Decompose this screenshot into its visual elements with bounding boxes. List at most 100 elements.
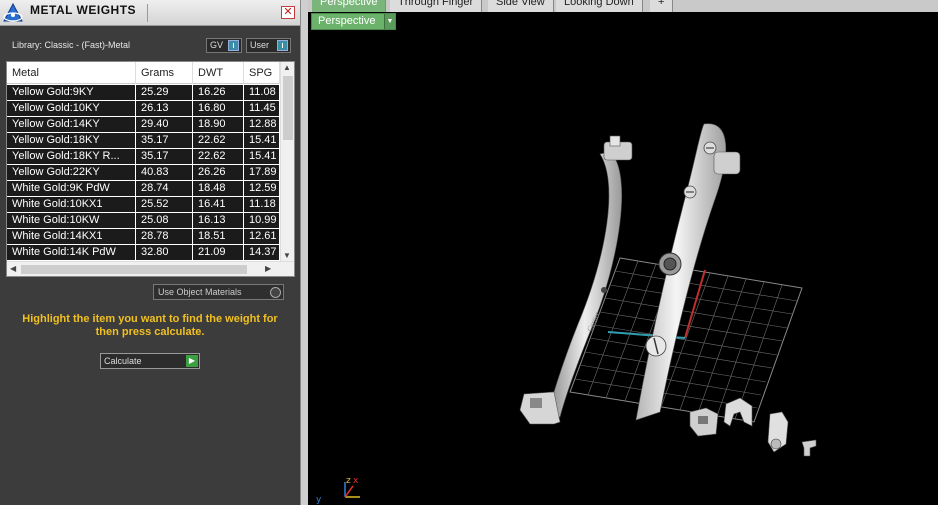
metal-cell: Yellow Gold:10KY <box>7 101 136 116</box>
grams-cell: 35.17 <box>136 133 193 148</box>
gv-label: GV <box>210 40 224 50</box>
table-body: Yellow Gold:9KY 25.29 16.26 11.08 Yellow… <box>7 85 280 261</box>
table-row[interactable]: White Gold:10KW 25.08 16.13 10.99 <box>7 213 280 229</box>
grams-cell: 40.83 <box>136 165 193 180</box>
scroll-right-icon[interactable]: ▶ <box>265 264 271 273</box>
dwt-cell: 22.62 <box>193 149 244 164</box>
table-row[interactable]: Yellow Gold:18KY R... 35.17 22.62 15.41 <box>7 149 280 165</box>
metal-cell: Yellow Gold:18KY R... <box>7 149 136 164</box>
dwt-cell: 16.80 <box>193 101 244 116</box>
user-label: User <box>250 40 270 50</box>
panel-splitter[interactable] <box>300 0 308 505</box>
axis-gizmo: y z x <box>316 476 360 505</box>
screw-parts <box>689 397 817 457</box>
title-divider <box>147 4 148 22</box>
panel-title-bar[interactable]: METAL WEIGHTS ✕ <box>0 0 300 26</box>
horizontal-scroll-thumb[interactable] <box>21 265 247 274</box>
metal-cell: White Gold:14K PdW <box>7 245 136 260</box>
dwt-cell: 16.13 <box>193 213 244 228</box>
calculate-button[interactable]: Calculate ▶ <box>100 353 200 369</box>
close-icon[interactable]: ✕ <box>281 6 295 19</box>
table-row[interactable]: White Gold:14K PdW 32.80 21.09 14.37 <box>7 245 280 261</box>
play-icon: ▶ <box>186 355 198 367</box>
metal-weights-panel: METAL WEIGHTS ✕ Library: Classic - (Fast… <box>0 0 300 505</box>
dwt-cell: 18.90 <box>193 117 244 132</box>
table-row[interactable]: Yellow Gold:9KY 25.29 16.26 11.08 <box>7 85 280 101</box>
spg-cell: 12.88 <box>244 117 280 132</box>
dwt-cell: 26.26 <box>193 165 244 180</box>
panel-title: METAL WEIGHTS <box>30 3 137 17</box>
axis-y-label: y <box>316 495 322 505</box>
add-tab-icon[interactable]: + <box>650 0 674 12</box>
table-row[interactable]: Yellow Gold:14KY 29.40 18.90 12.88 <box>7 117 280 133</box>
grams-cell: 26.13 <box>136 101 193 116</box>
calculate-label: Calculate <box>104 356 142 366</box>
table-row[interactable]: Yellow Gold:18KY 35.17 22.62 15.41 <box>7 133 280 149</box>
metal-cell: Yellow Gold:14KY <box>7 117 136 132</box>
vertical-scrollbar[interactable]: ▲ ▼ <box>280 62 294 261</box>
spg-cell: 17.89 <box>244 165 280 180</box>
scroll-left-icon[interactable]: ◀ <box>10 264 16 273</box>
grams-cell: 25.29 <box>136 85 193 100</box>
gv-toggle-icon <box>228 40 239 51</box>
column-header-metal[interactable]: Metal <box>7 62 136 84</box>
grams-cell: 28.78 <box>136 229 193 244</box>
radio-icon[interactable] <box>270 287 281 298</box>
metal-cell: Yellow Gold:18KY <box>7 133 136 148</box>
viewport-label[interactable]: Perspective ▼ <box>311 13 396 30</box>
table-row[interactable]: White Gold:14KX1 28.78 18.51 12.61 <box>7 229 280 245</box>
grams-cell: 25.52 <box>136 197 193 212</box>
use-object-materials-option[interactable]: Use Object Materials <box>153 284 284 300</box>
dwt-cell: 18.51 <box>193 229 244 244</box>
tab-side-view[interactable]: Side View <box>488 0 554 12</box>
bracelet-front-band <box>635 123 741 421</box>
spg-cell: 14.37 <box>244 245 280 260</box>
table-row[interactable]: Yellow Gold:10KY 26.13 16.80 11.45 <box>7 101 280 117</box>
table-row[interactable]: White Gold:10KX1 25.52 16.41 11.18 <box>7 197 280 213</box>
grams-cell: 35.17 <box>136 149 193 164</box>
scroll-up-icon[interactable]: ▲ <box>283 63 291 72</box>
spg-cell: 11.18 <box>244 197 280 212</box>
spg-cell: 11.08 <box>244 85 280 100</box>
use-object-materials-label: Use Object Materials <box>158 287 242 297</box>
gv-toggle[interactable]: GV <box>206 38 242 53</box>
vertical-scroll-thumb[interactable] <box>283 76 293 140</box>
metal-cell: White Gold:10KW <box>7 213 136 228</box>
3d-viewport[interactable]: Cartier y z x <box>308 32 938 505</box>
column-header-spg[interactable]: SPG <box>244 62 280 84</box>
table-header: Metal Grams DWT SPG <box>7 62 280 84</box>
user-toggle[interactable]: User <box>246 38 291 53</box>
dropdown-arrow-icon[interactable]: ▼ <box>384 14 395 29</box>
axis-z-label: z <box>346 476 351 486</box>
grams-cell: 32.80 <box>136 245 193 260</box>
dwt-cell: 22.62 <box>193 133 244 148</box>
spg-cell: 11.45 <box>244 101 280 116</box>
metal-table: Metal Grams DWT SPG Yellow Gold:9KY 25.2… <box>6 61 295 277</box>
grams-cell: 29.40 <box>136 117 193 132</box>
dwt-cell: 16.26 <box>193 85 244 100</box>
dwt-cell: 21.09 <box>193 245 244 260</box>
library-label: Library: Classic - (Fast)-Metal <box>12 40 131 50</box>
spg-cell: 15.41 <box>244 149 280 164</box>
metal-cell: Yellow Gold:22KY <box>7 165 136 180</box>
metal-cell: White Gold:10KX1 <box>7 197 136 212</box>
scroll-down-icon[interactable]: ▼ <box>283 251 291 260</box>
metal-cell: White Gold:9K PdW <box>7 181 136 196</box>
instruction-text: Highlight the item you want to find the … <box>22 313 278 338</box>
table-row[interactable]: White Gold:9K PdW 28.74 18.48 12.59 <box>7 181 280 197</box>
metal-cell: White Gold:14KX1 <box>7 229 136 244</box>
tab-through-finger[interactable]: Through Finger <box>390 0 483 12</box>
view-tab-bar: Perspective Through Finger Side View Loo… <box>308 0 938 12</box>
tab-looking-down[interactable]: Looking Down <box>556 0 643 12</box>
column-header-dwt[interactable]: DWT <box>193 62 244 84</box>
tab-perspective[interactable]: Perspective <box>312 0 387 12</box>
axis-x-label: x <box>353 476 359 486</box>
horizontal-scrollbar[interactable]: ◀ ▶ <box>7 261 294 276</box>
bracelet-back-band: Cartier <box>519 135 633 425</box>
column-header-grams[interactable]: Grams <box>136 62 193 84</box>
spg-cell: 12.59 <box>244 181 280 196</box>
user-toggle-icon <box>277 40 288 51</box>
table-row[interactable]: Yellow Gold:22KY 40.83 26.26 17.89 <box>7 165 280 181</box>
spg-cell: 10.99 <box>244 213 280 228</box>
grams-cell: 25.08 <box>136 213 193 228</box>
